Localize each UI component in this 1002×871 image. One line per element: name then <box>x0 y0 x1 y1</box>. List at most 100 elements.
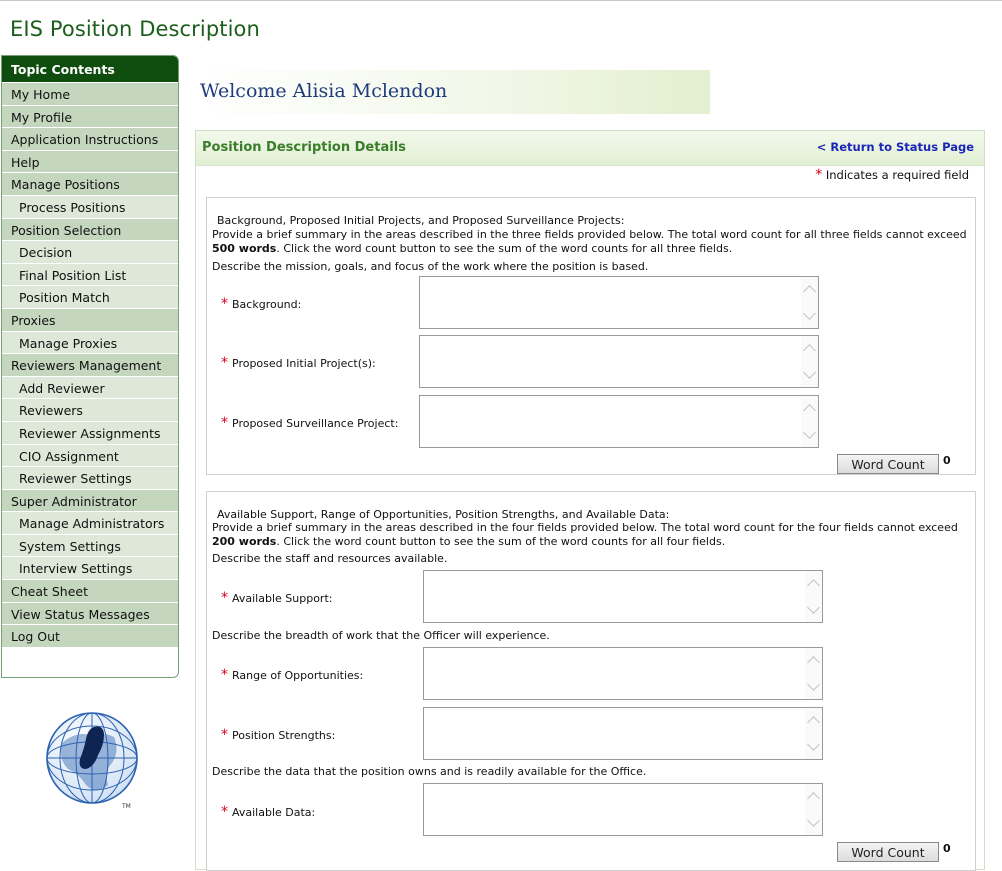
sidebar-item-my-home[interactable]: My Home <box>2 82 178 105</box>
panel-header: Position Description Details < Return to… <box>196 131 984 166</box>
sidebar-item-cio-assignment[interactable]: CIO Assignment <box>2 443 178 467</box>
scroll-up-icon[interactable] <box>803 404 816 417</box>
scroll-up-icon[interactable] <box>807 656 820 669</box>
scroll-up-icon[interactable] <box>807 792 820 805</box>
section2-word-limit: 200 words <box>212 535 277 548</box>
position-strengths-label-text: Position Strengths: <box>232 729 336 742</box>
section1-intro-text-2: . Click the word count button to see the… <box>276 242 733 255</box>
scroll-down-icon[interactable] <box>807 601 820 614</box>
sidebar-item-system-settings[interactable]: System Settings <box>2 533 178 557</box>
sidebar-item-manage-administrators[interactable]: Manage Administrators <box>2 511 178 534</box>
section-background-projects: Background, Proposed Initial Projects, a… <box>206 197 976 475</box>
available-support-textarea[interactable] <box>423 570 823 623</box>
available-data-textarea[interactable] <box>423 783 823 836</box>
required-asterisk: * <box>221 727 228 743</box>
top-border <box>0 0 1002 1</box>
surveillance-project-textarea[interactable] <box>419 395 819 448</box>
required-asterisk: * <box>221 296 228 312</box>
range-opportunities-textarea[interactable] <box>423 647 823 700</box>
section2-intro-text: Provide a brief summary in the areas des… <box>212 521 958 534</box>
sidebar-item-super-administrator[interactable]: Super Administrator <box>2 488 178 512</box>
scroll-up-icon[interactable] <box>803 344 816 357</box>
background-label-text: Background: <box>232 298 302 311</box>
position-description-panel: Position Description Details < Return to… <box>195 130 985 871</box>
sidebar-item-application-instructions[interactable]: Application Instructions <box>2 127 178 150</box>
textarea-scrollbar[interactable] <box>805 571 822 622</box>
initial-projects-textarea[interactable] <box>419 335 819 388</box>
sidebar-item-reviewer-settings[interactable]: Reviewer Settings <box>2 466 178 489</box>
textarea-scrollbar[interactable] <box>801 396 818 447</box>
textarea-scrollbar[interactable] <box>801 277 818 328</box>
scroll-up-icon[interactable] <box>803 285 816 298</box>
section1-describe: Describe the mission, goals, and focus o… <box>212 260 649 273</box>
surveillance-project-label: * Proposed Surveillance Project: <box>221 415 398 431</box>
available-support-label-text: Available Support: <box>232 592 333 605</box>
sidebar-item-log-out[interactable]: Log Out <box>2 624 178 647</box>
section1-intro-text: Provide a brief summary in the areas des… <box>212 228 967 241</box>
sidebar: Topic Contents My Home My Profile Applic… <box>1 55 179 678</box>
section2-describe-range: Describe the breadth of work that the Of… <box>212 629 550 642</box>
word-count-button[interactable]: Word Count <box>837 454 939 474</box>
sidebar-item-cheat-sheet[interactable]: Cheat Sheet <box>2 579 178 602</box>
scroll-down-icon[interactable] <box>803 426 816 439</box>
required-asterisk: * <box>221 667 228 683</box>
sidebar-item-process-positions[interactable]: Process Positions <box>2 194 178 218</box>
word-count-value: 0 <box>943 842 951 855</box>
sidebar-item-reviewers[interactable]: Reviewers <box>2 398 178 421</box>
sidebar-item-add-reviewer[interactable]: Add Reviewer <box>2 375 178 399</box>
section2-intro-text-2: . Click the word count button to see the… <box>276 535 726 548</box>
required-note-text: Indicates a required field <box>825 168 969 182</box>
sidebar-item-reviewer-assignments[interactable]: Reviewer Assignments <box>2 420 178 444</box>
sidebar-item-manage-proxies[interactable]: Manage Proxies <box>2 330 178 354</box>
required-asterisk: * <box>221 355 228 371</box>
scroll-up-icon[interactable] <box>807 579 820 592</box>
trademark-mark: TM <box>121 803 131 810</box>
sidebar-item-reviewers-management[interactable]: Reviewers Management <box>2 353 178 376</box>
range-opportunities-label: * Range of Opportunities: <box>221 667 363 683</box>
scroll-down-icon[interactable] <box>807 738 820 751</box>
required-asterisk: * <box>221 590 228 606</box>
available-data-label: * Available Data: <box>221 804 315 820</box>
sidebar-item-proxies[interactable]: Proxies <box>2 307 178 331</box>
initial-projects-label-text: Proposed Initial Project(s): <box>232 357 376 370</box>
panel-title: Position Description Details <box>202 140 406 155</box>
welcome-text: Welcome Alisia Mclendon <box>200 80 448 102</box>
scroll-down-icon[interactable] <box>807 814 820 827</box>
sidebar-item-decision[interactable]: Decision <box>2 240 178 263</box>
background-textarea[interactable] <box>419 276 819 329</box>
sidebar-item-manage-positions[interactable]: Manage Positions <box>2 172 178 195</box>
initial-projects-label: * Proposed Initial Project(s): <box>221 355 376 371</box>
return-to-status-link[interactable]: < Return to Status Page <box>817 140 974 154</box>
word-count-button[interactable]: Word Count <box>837 842 939 862</box>
sidebar-item-view-status-messages[interactable]: View Status Messages <box>2 601 178 625</box>
sidebar-item-final-position-list[interactable]: Final Position List <box>2 262 178 286</box>
textarea-scrollbar[interactable] <box>805 648 822 699</box>
sidebar-header: Topic Contents <box>2 56 178 82</box>
sidebar-item-position-match[interactable]: Position Match <box>2 285 178 308</box>
textarea-scrollbar[interactable] <box>805 708 822 759</box>
required-asterisk: * <box>221 804 228 820</box>
sidebar-item-position-selection[interactable]: Position Selection <box>2 217 178 241</box>
background-label: * Background: <box>221 296 301 312</box>
scroll-down-icon[interactable] <box>807 678 820 691</box>
required-field-note: * Indicates a required field <box>815 167 969 183</box>
sidebar-item-interview-settings[interactable]: Interview Settings <box>2 556 178 580</box>
scroll-down-icon[interactable] <box>803 366 816 379</box>
scroll-down-icon[interactable] <box>803 307 816 320</box>
section-support-opportunities: Available Support, Range of Opportunitie… <box>206 491 976 871</box>
sidebar-item-help[interactable]: Help <box>2 149 178 173</box>
scroll-up-icon[interactable] <box>807 716 820 729</box>
textarea-scrollbar[interactable] <box>805 784 822 835</box>
section1-intro: Provide a brief summary in the areas des… <box>212 228 977 256</box>
available-support-label: * Available Support: <box>221 590 332 606</box>
word-count-value: 0 <box>943 454 951 467</box>
range-opportunities-label-text: Range of Opportunities: <box>232 669 364 682</box>
sidebar-item-my-profile[interactable]: My Profile <box>2 104 178 128</box>
textarea-scrollbar[interactable] <box>801 336 818 387</box>
app-title: EIS Position Description <box>10 17 260 41</box>
required-asterisk: * <box>815 167 823 183</box>
section1-word-limit: 500 words <box>212 242 277 255</box>
section1-heading: Background, Proposed Initial Projects, a… <box>217 214 625 227</box>
position-strengths-textarea[interactable] <box>423 707 823 760</box>
position-strengths-label: * Position Strengths: <box>221 727 335 743</box>
